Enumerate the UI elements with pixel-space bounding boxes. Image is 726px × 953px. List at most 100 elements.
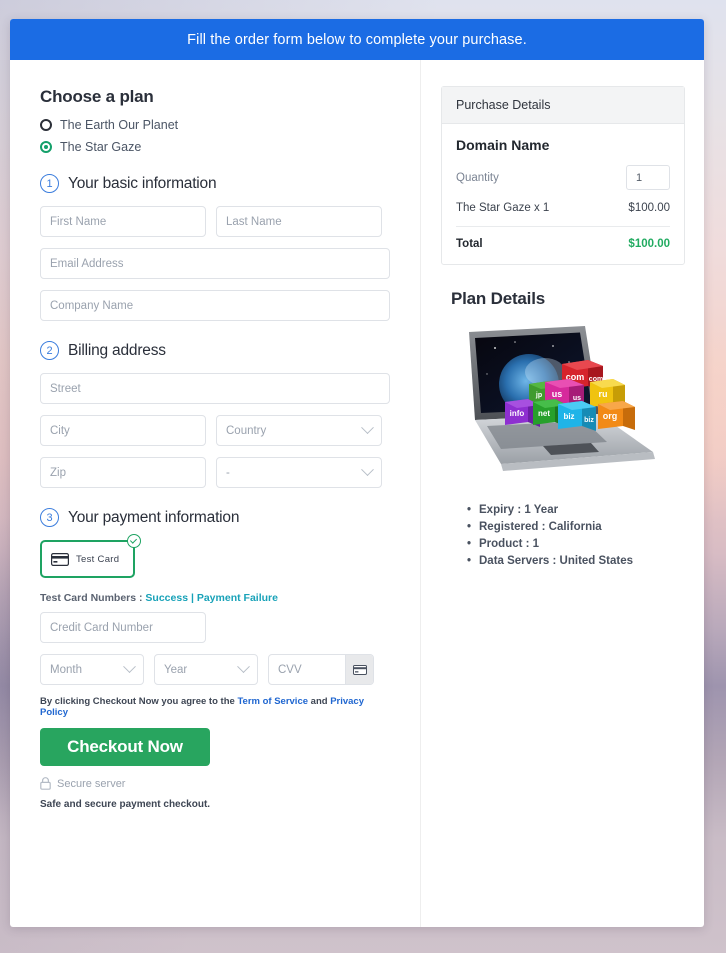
credit-card-number-input[interactable]: Credit Card Number xyxy=(40,612,206,643)
svg-text:net: net xyxy=(538,409,550,418)
card-number-row: Credit Card Number xyxy=(40,612,390,643)
secure-server-text: Secure server xyxy=(57,777,126,790)
cube-org: org xyxy=(598,401,635,430)
first-name-input[interactable]: First Name xyxy=(40,206,206,237)
terms-agreement-text: By clicking Checkout Now you agree to th… xyxy=(40,696,390,718)
purchase-summary-column: Purchase Details Domain Name Quantity 1 … xyxy=(421,60,704,927)
step-title: Your basic information xyxy=(68,174,217,192)
expiry-year-value: Year xyxy=(164,663,188,676)
banner: Fill the order form below to complete yo… xyxy=(10,19,704,60)
cvv-help-button[interactable] xyxy=(345,655,373,684)
terms-of-service-link[interactable]: Term of Service xyxy=(237,696,308,707)
card-body: Choose a plan The Earth Our Planet The S… xyxy=(10,60,704,927)
email-row: Email Address xyxy=(40,248,390,279)
last-name-input[interactable]: Last Name xyxy=(216,206,382,237)
total-row: Total $100.00 xyxy=(456,227,670,250)
cvv-input[interactable]: CVV xyxy=(269,655,345,684)
laptop-domain-cubes-image: com com jp us us ru info net biz biz org xyxy=(469,326,655,471)
payment-failure-link[interactable]: Payment Failure xyxy=(197,592,278,604)
step-header-billing-address: 2 Billing address xyxy=(40,341,390,360)
order-form-column: Choose a plan The Earth Our Planet The S… xyxy=(10,60,421,927)
credit-card-icon xyxy=(51,552,69,566)
plan-option-earth-our-planet[interactable]: The Earth Our Planet xyxy=(40,118,390,132)
country-select[interactable]: Country xyxy=(216,415,382,446)
step-title: Billing address xyxy=(68,341,166,359)
purchase-details-box: Purchase Details Domain Name Quantity 1 … xyxy=(441,86,685,265)
domain-name-label: Domain Name xyxy=(456,137,550,153)
chevron-down-icon xyxy=(361,421,374,435)
step-number-badge: 2 xyxy=(40,341,59,360)
plan-details-bullet-list: Expiry : 1 Year Registered : California … xyxy=(467,504,685,567)
line-item-label: The Star Gaze x 1 xyxy=(456,202,550,214)
expiry-year-select[interactable]: Year xyxy=(154,654,258,685)
total-label: Total xyxy=(456,238,483,250)
checkout-now-button[interactable]: Checkout Now xyxy=(40,728,210,766)
svg-text:biz: biz xyxy=(584,417,594,424)
svg-text:org: org xyxy=(603,411,618,421)
agree-prefix: By clicking Checkout Now you agree to th… xyxy=(40,696,235,707)
test-card-numbers-label: Test Card Numbers : xyxy=(40,592,143,604)
step-number-badge: 1 xyxy=(40,174,59,193)
quantity-label: Quantity xyxy=(456,171,499,184)
line-item-price: $100.00 xyxy=(628,202,670,214)
list-item: Data Servers : United States xyxy=(467,555,685,567)
state-select[interactable]: - xyxy=(216,457,382,488)
street-input[interactable]: Street xyxy=(40,373,390,404)
cvv-field-group: CVV xyxy=(268,654,374,685)
chevron-down-icon xyxy=(237,660,250,674)
plan-option-label: The Star Gaze xyxy=(60,140,142,154)
total-price: $100.00 xyxy=(628,238,670,250)
quantity-row: Quantity 1 xyxy=(456,165,670,190)
country-select-value: Country xyxy=(226,424,267,437)
safe-payment-text: Safe and secure payment checkout. xyxy=(40,799,211,810)
radio-checked-icon[interactable] xyxy=(40,141,52,153)
check-circle-icon xyxy=(127,534,141,548)
plan-option-label: The Earth Our Planet xyxy=(60,118,179,132)
city-country-row: City Country xyxy=(40,415,390,446)
choose-plan-title: Choose a plan xyxy=(40,87,154,106)
secure-server-row: Secure server xyxy=(40,777,390,790)
line-item-row: The Star Gaze x 1 $100.00 xyxy=(456,202,670,227)
email-input[interactable]: Email Address xyxy=(40,248,390,279)
chevron-down-icon xyxy=(361,463,374,477)
lock-icon xyxy=(40,777,51,790)
credit-card-icon xyxy=(352,664,367,675)
test-card-numbers-line: Test Card Numbers : Success | Payment Fa… xyxy=(40,592,390,604)
agree-mid: and xyxy=(310,696,328,707)
expiry-month-select[interactable]: Month xyxy=(40,654,144,685)
success-link[interactable]: Success xyxy=(145,592,188,604)
svg-text:biz: biz xyxy=(563,412,574,421)
svg-text:us: us xyxy=(552,389,563,399)
list-item: Expiry : 1 Year xyxy=(467,504,685,516)
svg-text:jp: jp xyxy=(535,392,542,399)
zip-input[interactable]: Zip xyxy=(40,457,206,488)
state-select-value: - xyxy=(226,466,230,479)
radio-unchecked-icon[interactable] xyxy=(40,119,52,131)
expiry-cvv-row: Month Year CVV xyxy=(40,654,390,685)
zip-state-row: Zip - xyxy=(40,457,390,488)
list-item: Product : 1 xyxy=(467,538,685,550)
step-number-badge: 3 xyxy=(40,508,59,527)
chevron-down-icon xyxy=(123,660,136,674)
quantity-input[interactable]: 1 xyxy=(626,165,670,190)
company-row: Company Name xyxy=(40,290,390,321)
payment-method-tile-wrap: Test Card xyxy=(40,534,141,578)
purchase-details-header: Purchase Details xyxy=(442,87,684,124)
test-card-label: Test Card xyxy=(76,553,120,565)
company-name-input[interactable]: Company Name xyxy=(40,290,390,321)
purchase-details-body: Domain Name Quantity 1 The Star Gaze x 1… xyxy=(442,124,684,264)
svg-text:us: us xyxy=(573,395,581,402)
step-title: Your payment information xyxy=(68,508,240,526)
plan-radio-group: The Earth Our Planet The Star Gaze xyxy=(40,118,390,154)
cube-biz: biz biz xyxy=(558,401,596,431)
step-header-basic-info: 1 Your basic information xyxy=(40,174,390,193)
list-item: Registered : California xyxy=(467,521,685,533)
test-card-method-tile[interactable]: Test Card xyxy=(40,540,135,578)
plan-option-star-gaze[interactable]: The Star Gaze xyxy=(40,140,390,154)
city-input[interactable]: City xyxy=(40,415,206,446)
checkout-card: Fill the order form below to complete yo… xyxy=(10,19,704,927)
svg-text:ru: ru xyxy=(599,389,608,399)
plan-details-title: Plan Details xyxy=(451,289,545,308)
banner-text: Fill the order form below to complete yo… xyxy=(187,31,527,48)
step-header-payment-info: 3 Your payment information xyxy=(40,508,390,527)
